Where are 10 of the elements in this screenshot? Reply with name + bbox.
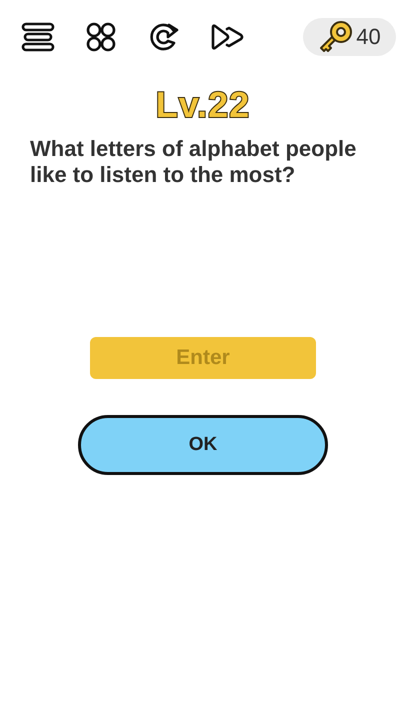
- key-count: 40: [356, 24, 381, 50]
- ok-button[interactable]: OK: [78, 414, 328, 475]
- answer-field[interactable]: Enter: [90, 336, 316, 379]
- level-title: Lv.22: [156, 84, 250, 126]
- question-text: What letters of alphabet people like to listen to the most?: [30, 136, 358, 189]
- grid-icon: [85, 21, 117, 53]
- key-icon: [318, 21, 354, 53]
- restart-icon: [148, 21, 180, 53]
- fast-forward-icon: [210, 23, 244, 51]
- menu-icon: [21, 22, 55, 52]
